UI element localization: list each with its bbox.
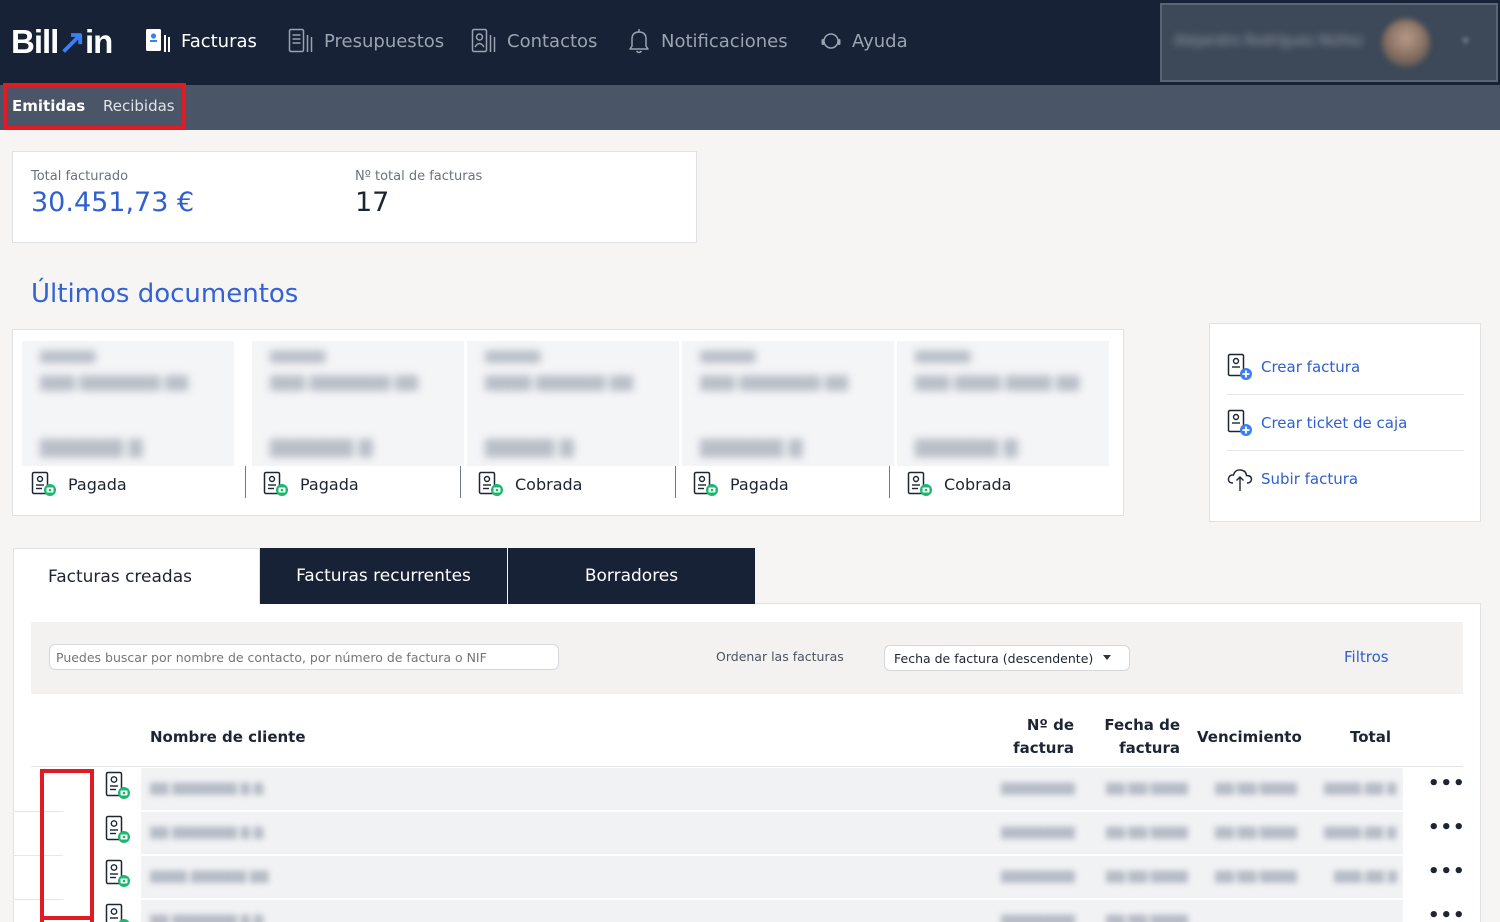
- caret-down-icon: [1103, 655, 1111, 660]
- top-navigation-bar: Bill↗in Facturas Presupuestos Contactos …: [0, 0, 1500, 85]
- table-row[interactable]: ▇▇ ▇▇▇▇▇▇▇ ▇.▇. ▇▇▇▇▇▇▇▇ ▇▇/▇▇/▇▇▇▇ •••: [31, 899, 1463, 922]
- column-header-due[interactable]: Vencimiento: [1197, 726, 1302, 749]
- section-title-last-documents: Últimos documentos: [31, 279, 299, 309]
- help-icon: [821, 33, 841, 49]
- invoice-paid-icon: [105, 903, 130, 922]
- upload-invoice-button[interactable]: Subir factura: [1227, 464, 1358, 494]
- avatar: [1382, 19, 1430, 67]
- column-header-number[interactable]: Nº de factura: [990, 714, 1074, 760]
- invoice-paid-icon: [105, 815, 130, 843]
- doc-card-4[interactable]: ▇▇▇▇▇▇ ▇▇▇ ▇▇▇▇▇▇▇ ▇▇ ▇▇▇▇▇▇ ▇: [682, 341, 894, 466]
- column-header-client[interactable]: Nombre de cliente: [150, 726, 306, 749]
- doc-card-3[interactable]: ▇▇▇▇▇▇ ▇▇▇▇ ▇▇▇▇▇▇ ▇▇ ▇▇▇▇▇ ▇: [467, 341, 679, 466]
- invoice-count-label: Nº total de facturas: [355, 169, 483, 184]
- billin-logo[interactable]: Bill↗in: [11, 22, 113, 61]
- create-ticket-button[interactable]: Crear ticket de caja: [1227, 408, 1407, 438]
- doc-status-5[interactable]: Cobrada: [907, 470, 1011, 498]
- filters-link[interactable]: Filtros: [1344, 648, 1389, 666]
- table-row[interactable]: ▇▇ ▇▇▇▇▇▇▇ ▇.▇. ▇▇▇▇▇▇▇▇ ▇▇/▇▇/▇▇▇▇ ▇▇/▇…: [31, 767, 1466, 811]
- contacts-icon: [471, 28, 496, 53]
- doc-status-3[interactable]: Cobrada: [478, 470, 582, 498]
- create-ticket-icon: [1227, 409, 1252, 436]
- cloud-upload-icon: [1227, 469, 1253, 491]
- row-actions-button[interactable]: •••: [1428, 773, 1466, 794]
- row-actions-button[interactable]: •••: [1428, 905, 1463, 922]
- invoice-paid-icon: [693, 471, 718, 496]
- bell-icon: [629, 29, 649, 54]
- logo-arrow-icon: ↗: [58, 23, 86, 60]
- doc-card-1[interactable]: ▇▇▇▇▇▇ ▇▇▇ ▇▇▇▇▇▇▇ ▇▇ ▇▇▇▇▇▇ ▇: [22, 341, 234, 466]
- highlight-box-subnav: [3, 83, 186, 130]
- row-actions-button[interactable]: •••: [1428, 861, 1466, 882]
- search-input[interactable]: [49, 644, 559, 670]
- invoice-count-value: 17: [355, 187, 390, 218]
- invoice-paid-icon: [105, 771, 130, 799]
- invoice-icon: [146, 29, 170, 52]
- total-billed-value: 30.451,73 €: [31, 187, 195, 218]
- user-menu[interactable]: Alejandro Rodríguez Núñez ▾: [1160, 3, 1498, 82]
- order-select[interactable]: Fecha de factura (descendente): [884, 645, 1130, 671]
- column-header-date[interactable]: Fecha de factura: [1094, 714, 1180, 760]
- budget-icon: [288, 28, 313, 53]
- doc-status-4[interactable]: Pagada: [693, 470, 789, 498]
- invoice-paid-icon: [105, 859, 130, 887]
- invoice-paid-icon: [478, 471, 503, 496]
- tab-facturas-recurrentes[interactable]: Facturas recurrentes: [260, 548, 507, 604]
- doc-card-5[interactable]: ▇▇▇▇▇▇ ▇▇▇ ▇▇▇▇ ▇▇▇▇ ▇▇ ▇▇▇▇▇▇ ▇: [897, 341, 1109, 466]
- invoice-paid-icon: [907, 471, 932, 496]
- create-invoice-icon: [1227, 353, 1252, 380]
- highlight-box-row-checkboxes: [40, 769, 94, 922]
- table-row[interactable]: ▇▇▇▇ ▇▇▇▇▇▇ ▇▇ ▇▇▇▇▇▇▇▇ ▇▇/▇▇/▇▇▇▇ ▇▇/▇▇…: [31, 855, 1466, 899]
- invoice-paid-icon: [31, 471, 56, 496]
- tab-borradores[interactable]: Borradores: [508, 548, 755, 604]
- invoice-paid-icon: [263, 471, 288, 496]
- nav-item-ayuda[interactable]: Ayuda: [820, 26, 908, 56]
- table-row[interactable]: ▇▇ ▇▇▇▇▇▇▇ ▇.▇. ▇▇▇▇▇▇▇▇ ▇▇/▇▇/▇▇▇▇ ▇▇/▇…: [31, 811, 1466, 855]
- nav-item-presupuestos[interactable]: Presupuestos: [288, 26, 444, 56]
- total-billed-label: Total facturado: [31, 169, 129, 184]
- user-name: Alejandro Rodríguez Núñez: [1174, 33, 1364, 49]
- nav-item-facturas[interactable]: Facturas: [145, 26, 257, 56]
- create-invoice-button[interactable]: Crear factura: [1227, 352, 1360, 382]
- nav-item-contactos[interactable]: Contactos: [471, 26, 597, 56]
- doc-status-2[interactable]: Pagada: [263, 470, 359, 498]
- nav-item-notificaciones[interactable]: Notificaciones: [627, 26, 788, 56]
- order-label: Ordenar las facturas: [716, 649, 844, 664]
- row-actions-button[interactable]: •••: [1428, 817, 1466, 838]
- tab-facturas-creadas[interactable]: Facturas creadas: [13, 548, 260, 604]
- doc-status-1[interactable]: Pagada: [31, 470, 127, 498]
- sub-navigation-bar: Emitidas Recibidas: [0, 85, 1500, 130]
- chevron-down-icon: ▾: [1462, 33, 1470, 49]
- column-header-total[interactable]: Total: [1350, 726, 1391, 749]
- doc-card-2[interactable]: ▇▇▇▇▇▇ ▇▇▇ ▇▇▇▇▇▇▇ ▇▇ ▇▇▇▇▇▇ ▇: [252, 341, 464, 466]
